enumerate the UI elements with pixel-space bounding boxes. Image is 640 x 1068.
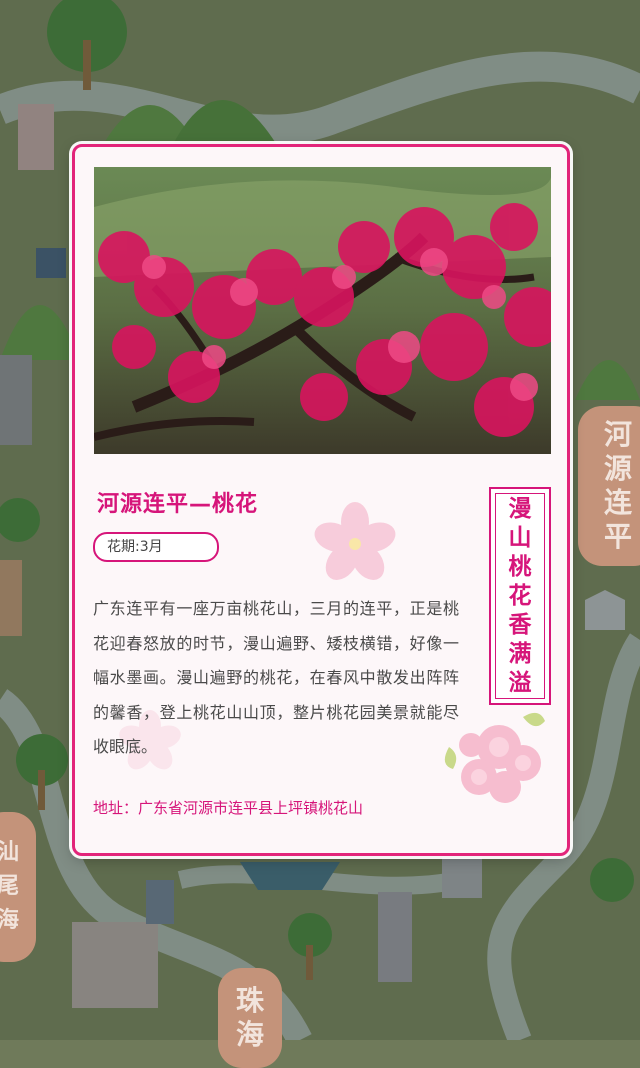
attraction-title: 河源连平—桃花 — [97, 492, 259, 517]
attraction-address: 地址：广东省河源市连平县上坪镇桃花山 — [93, 799, 364, 817]
attraction-description: 广东连平有一座万亩桃花山，三月的连平，正是桃花迎春怒放的时节，漫山遍野、矮枝横错… — [93, 599, 459, 756]
slogan-char: 溢 — [508, 669, 532, 696]
photo-illustration — [94, 167, 551, 454]
map-label-char: 尾 — [0, 874, 19, 899]
slogan-char: 桃 — [508, 553, 532, 580]
slogan-char: 满 — [508, 640, 532, 667]
slogan-char: 山 — [508, 524, 532, 551]
map-label-char: 源 — [603, 452, 632, 485]
map-label-char: 河 — [603, 418, 632, 451]
map-label-char: 海 — [235, 1018, 264, 1051]
peach-blossom-photo — [94, 167, 551, 454]
map-label-char: 汕 — [0, 840, 19, 865]
bloom-period-badge: 花期:3月 — [93, 532, 219, 562]
slogan-char: 花 — [508, 582, 532, 609]
map-label-heyuan-lianping[interactable]: 河 源 连 平 — [578, 406, 640, 566]
map-label-char: 平 — [603, 520, 632, 553]
map-label-char: 连 — [603, 486, 632, 519]
map-label-char: 海 — [0, 908, 19, 933]
cherry-blossom-icon — [314, 502, 396, 580]
map-label-char: 珠 — [235, 984, 264, 1017]
vertical-slogan: 漫 山 桃 花 香 满 溢 — [495, 493, 545, 699]
map-label-shanwei[interactable]: 汕 尾 海 — [0, 812, 36, 962]
vertical-slogan-box: 漫 山 桃 花 香 满 溢 — [489, 487, 551, 705]
attraction-card: 河源连平—桃花 花期:3月 广东连平有一座万亩桃花山，三月的连平，正是桃花迎春怒… — [72, 144, 570, 856]
slogan-char: 香 — [508, 611, 532, 638]
map-label-zhuhai[interactable]: 珠 海 — [218, 968, 282, 1068]
slogan-char: 漫 — [508, 495, 532, 522]
